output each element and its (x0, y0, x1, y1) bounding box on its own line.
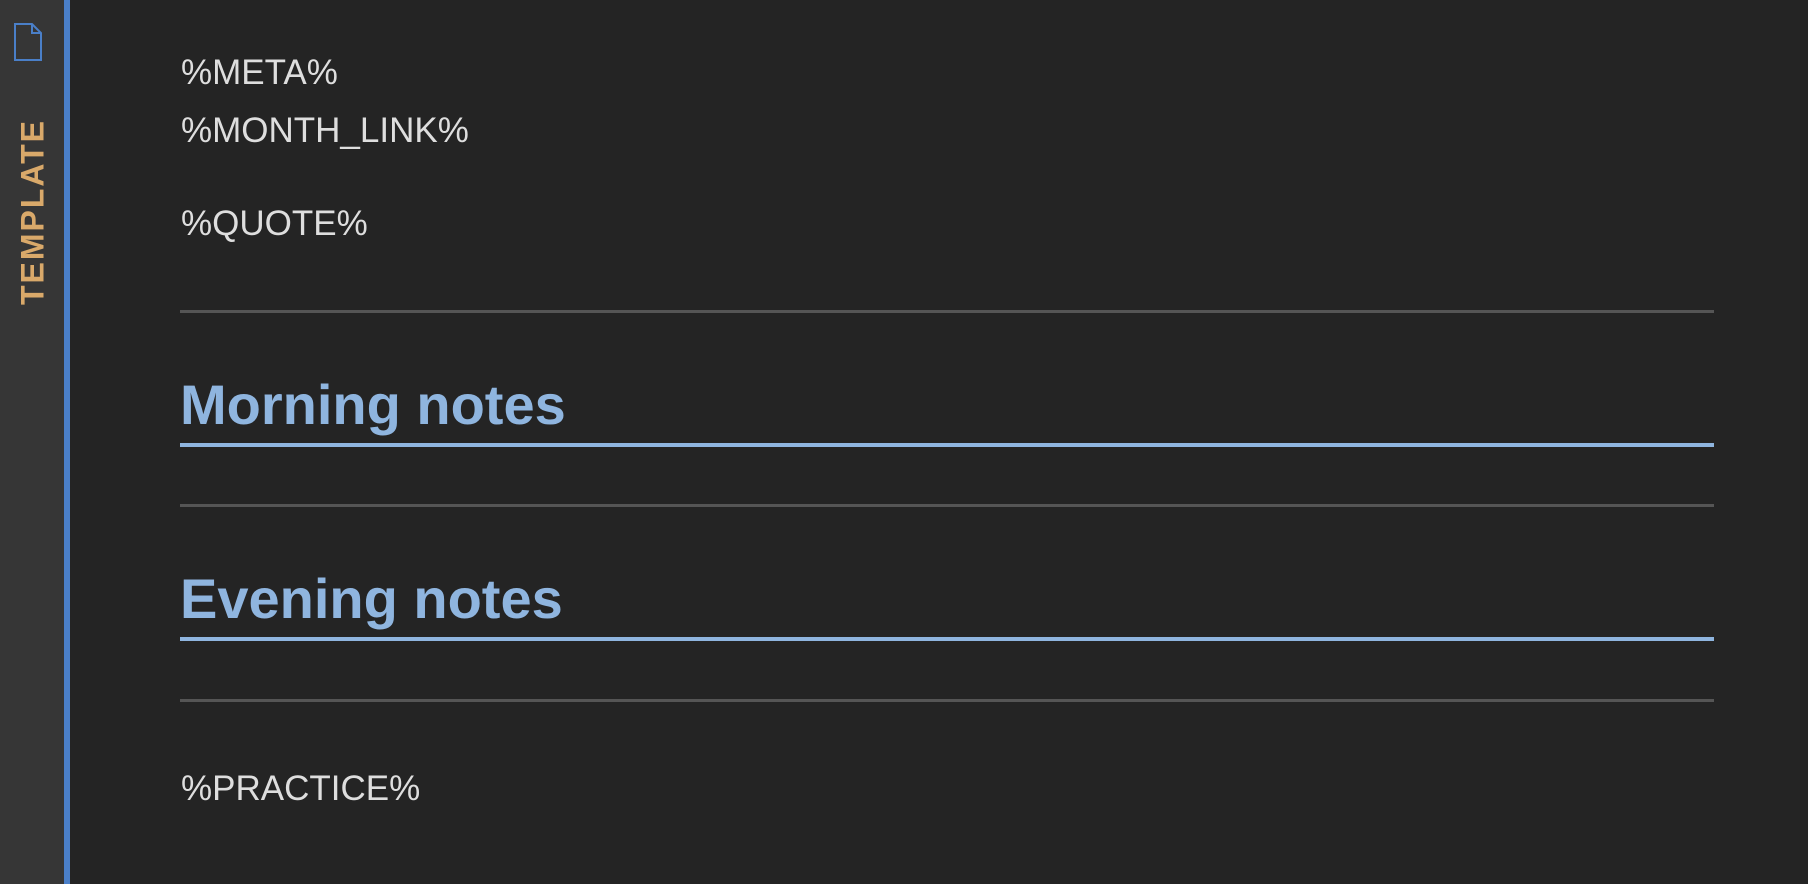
practice-placeholder: %PRACTICE% (181, 769, 421, 808)
editor-content[interactable]: %META% %MONTH_LINK% %QUOTE% Morning note… (70, 0, 1808, 884)
vertical-tab-strip[interactable]: TEMPLATE (0, 0, 64, 884)
quote-placeholder: %QUOTE% (181, 204, 368, 243)
tab-template[interactable]: TEMPLATE (15, 119, 52, 305)
template-editor-window: TEMPLATE %META% %MONTH_LINK% %QUOTE% Mor… (0, 0, 1808, 884)
month-link-placeholder: %MONTH_LINK% (181, 111, 469, 150)
meta-placeholder: %META% (181, 53, 338, 92)
evening-notes-heading: Evening notes (180, 567, 563, 630)
heading-underline (180, 443, 1714, 447)
horizontal-rule (180, 699, 1714, 702)
horizontal-rule (180, 504, 1714, 507)
document-icon (14, 23, 42, 61)
horizontal-rule (180, 310, 1714, 313)
morning-notes-heading: Morning notes (180, 373, 566, 436)
heading-underline (180, 637, 1714, 641)
